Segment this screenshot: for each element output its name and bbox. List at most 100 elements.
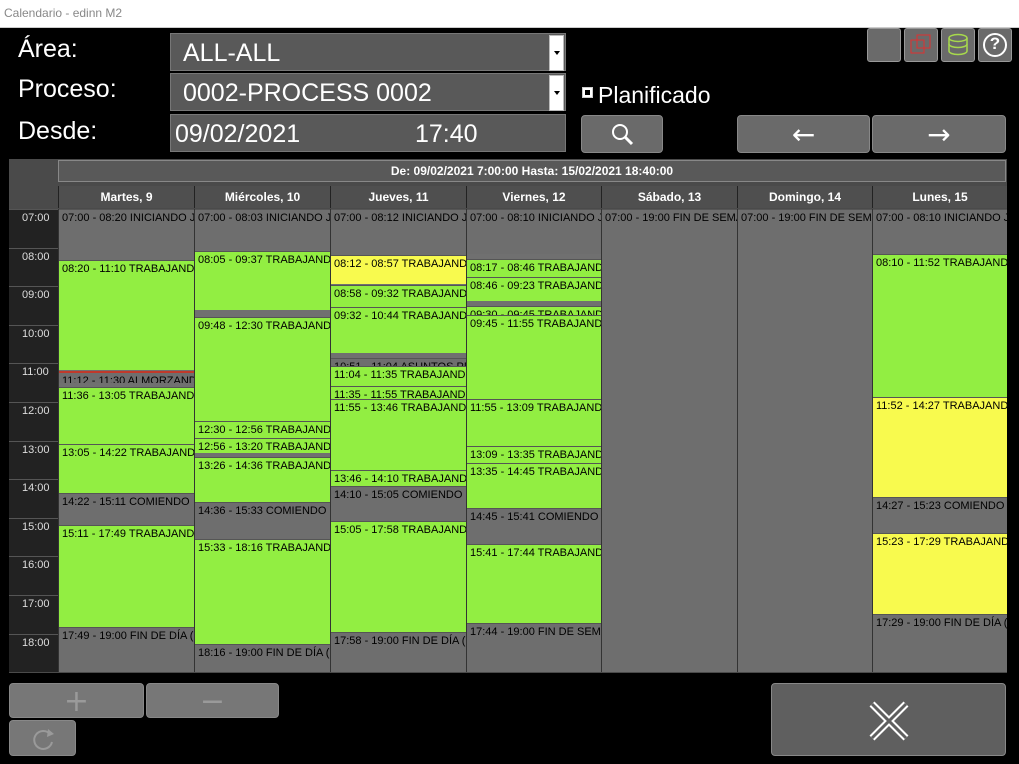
calendar-event[interactable]: 12:56 - 13:20 TRABAJANDO [195,438,330,454]
day-header[interactable]: Lunes, 15 [872,186,1007,208]
calendar-event[interactable]: 11:52 - 14:27 TRABAJANDO [873,396,1007,497]
proceso-select[interactable]: 0002-PROCESS 0002 [170,73,566,111]
close-icon [869,701,909,741]
hour-label: 13:00 [9,440,58,479]
planificado-label: Planificado [598,82,711,108]
calendar-event[interactable]: 15:33 - 18:16 TRABAJANDO [195,539,330,644]
calendar-event[interactable]: 13:26 - 14:36 TRABAJANDO [195,457,330,503]
calendar-event[interactable]: 08:10 - 11:52 TRABAJANDO [873,254,1007,397]
calendar-event[interactable]: 13:46 - 14:10 TRABAJANDO [331,470,466,486]
planificado-checkbox[interactable] [582,87,593,98]
calendar-event[interactable]: 14:45 - 15:41 COMIENDO [467,508,601,545]
proceso-label: Proceso: [18,75,117,103]
remove-button[interactable]: − [146,683,279,719]
chevron-down-icon[interactable] [549,35,564,71]
calendar-event[interactable]: 09:30 - 09:45 TRABAJANDO [467,305,601,316]
calendar-event[interactable]: 07:00 - 19:00 FIN DE SEMANA [602,209,737,672]
window-titlebar: Calendario - edinn M2 [0,0,1019,28]
database-button[interactable] [941,28,975,62]
hour-label: 14:00 [9,479,58,517]
desde-datetime-field[interactable]: 09/02/2021 17:40 [170,114,566,152]
calendar-event[interactable]: 07:00 - 19:00 FIN DE SEMANA [738,209,872,672]
calendar-event[interactable]: 08:05 - 09:37 TRABAJANDO [195,250,330,310]
hour-column: 07:00 08:00 09:00 10:00 11:00 12:00 13:00 14:00… [9,209,58,672]
calendar-event[interactable]: 09:45 - 11:55 TRABAJANDO [467,315,601,399]
calendar-event[interactable]: 07:00 - 08:03 INICIANDO JORNADA [195,209,330,250]
desde-date: 09/02/2021 [175,120,301,148]
hour-label: 08:00 [9,247,58,286]
calendar-event[interactable]: 14:10 - 15:05 COMIENDO [331,485,466,521]
hour-label: 17:00 [9,595,58,633]
hour-label: 18:00 [9,633,58,672]
calendar-event[interactable]: 07:00 - 08:10 INICIANDO JORNADA [873,209,1007,255]
calendar-event[interactable]: 15:41 - 17:44 TRABAJANDO [467,544,601,624]
calendar-event[interactable]: 18:16 - 19:00 FIN DE DÍA (U) [195,643,330,672]
calendar-event[interactable]: 14:22 - 15:11 COMIENDO [59,493,194,525]
day-column: 07:00 - 08:10 INICIANDO JORNADA08:10 - 1… [872,209,1007,672]
desde-label: Desde: [18,117,98,145]
calendar-event[interactable]: 07:00 - 08:10 INICIANDO JORNADA [467,209,601,255]
calendar-event[interactable]: 11:36 - 13:05 TRABAJANDO [59,386,194,444]
calendar-event[interactable]: 09:48 - 12:30 TRABAJANDO [195,317,330,422]
proceso-value: 0002-PROCESS 0002 [183,79,432,107]
area-value: ALL-ALL [183,39,281,67]
copy-button[interactable] [904,28,938,62]
calendar-event[interactable]: 11:04 - 11:35 TRABAJANDO [331,365,466,386]
hour-label: 09:00 [9,286,58,324]
calendar-event[interactable]: 13:09 - 13:35 TRABAJANDO [467,446,601,464]
window-title: Calendario - edinn M2 [4,6,123,20]
calendar-event[interactable]: 11:55 - 13:46 TRABAJANDO [331,398,466,471]
calendar-event[interactable]: 14:27 - 15:23 COMIENDO [873,496,1007,533]
day-header[interactable]: Domingo, 14 [737,186,872,208]
copy-icon [910,34,931,54]
hour-label: 12:00 [9,402,58,440]
calendar-event[interactable]: 17:29 - 19:00 FIN DE DÍA (U) [873,613,1007,672]
next-week-button[interactable]: → [872,115,1006,153]
calendar-event[interactable]: 11:12 - 11:30 ALMORZANDO [59,371,194,383]
add-button[interactable]: + [9,683,144,719]
close-button[interactable] [771,683,1006,756]
hour-label: 16:00 [9,556,58,594]
date-range-header: De: 09/02/2021 7:00:00 Hasta: 15/02/2021… [58,160,1006,182]
calendar-event[interactable]: 09:32 - 10:44 TRABAJANDO [331,306,466,354]
calendar-event[interactable]: 17:58 - 19:00 FIN DE DÍA (U) [331,632,466,672]
calendar-event[interactable]: 07:00 - 08:20 INICIANDO JORNADA [59,209,194,261]
calendar-event[interactable]: 12:30 - 12:56 TRABAJANDO [195,421,330,439]
calendar-event[interactable]: 08:46 - 09:23 TRABAJANDO [467,277,601,301]
calendar-event[interactable]: 11:55 - 13:09 TRABAJANDO [467,398,601,447]
search-button[interactable] [581,115,663,153]
day-header[interactable]: Sábado, 13 [601,186,737,208]
calendar-event[interactable]: 15:23 - 17:29 TRABAJANDO [873,532,1007,614]
day-header[interactable]: Miércoles, 10 [194,186,330,208]
calendar-event[interactable]: 11:35 - 11:55 TRABAJANDO [331,385,466,399]
refresh-button[interactable] [9,720,76,756]
calendar-event[interactable]: 13:35 - 14:45 TRABAJANDO [467,463,601,509]
refresh-icon [33,729,54,750]
area-select[interactable]: ALL-ALL [170,33,566,71]
calendar-event[interactable]: 17:49 - 19:00 FIN DE DÍA (U) [59,626,194,672]
day-header[interactable]: Jueves, 11 [330,186,466,208]
plus-icon: + [63,684,90,719]
calendar-event[interactable]: 08:58 - 09:32 TRABAJANDO [331,284,466,307]
day-column: 07:00 - 08:10 INICIANDO JORNADA 08:17 - 0… [466,209,601,672]
calendar-event[interactable]: 08:12 - 08:57 TRABAJANDO [331,255,466,285]
day-header[interactable]: Viernes, 12 [466,186,601,208]
day-column: 07:00 - 19:00 FIN DE SEMANA [601,209,737,672]
window-button[interactable] [867,28,901,62]
calendar-event[interactable]: 13:05 - 14:22 TRABAJANDO [59,443,194,494]
day-header[interactable]: Martes, 9 [58,186,194,208]
calendar-event[interactable]: 15:05 - 17:58 TRABAJANDO [331,521,466,633]
prev-week-button[interactable]: ← [737,115,870,153]
calendar-event[interactable]: 07:00 - 08:12 INICIANDO JORNADA [331,209,466,256]
calendar-event[interactable]: 08:17 - 08:46 TRABAJANDO [467,258,601,278]
database-icon [948,33,968,56]
calendar-event[interactable]: 08:20 - 11:10 TRABAJANDO [59,260,194,370]
arrow-left-icon: ← [791,118,816,151]
calendar-event[interactable]: 14:36 - 15:33 COMIENDO [195,502,330,540]
help-button[interactable]: ? [978,28,1012,62]
day-column: 07:00 - 08:12 INICIANDO JORNADA08:12 - 0… [330,209,466,672]
hour-label: 15:00 [9,517,58,556]
calendar-event[interactable]: 15:11 - 17:49 TRABAJANDO [59,524,194,627]
chevron-down-icon[interactable] [549,75,564,111]
calendar-event[interactable]: 17:44 - 19:00 FIN DE SEMANA [467,623,601,672]
